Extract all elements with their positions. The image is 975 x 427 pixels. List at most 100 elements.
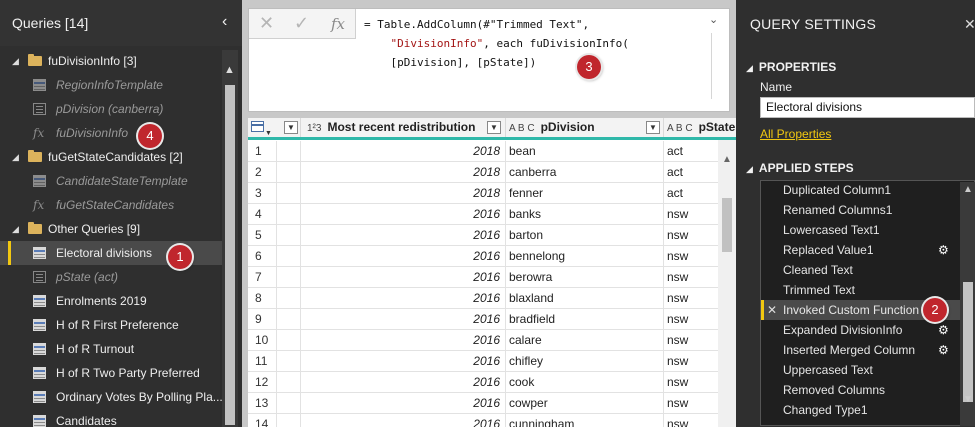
cell-pdivision[interactable]: berowra <box>506 267 664 288</box>
cell-pstate[interactable]: nsw <box>664 204 718 225</box>
table-row[interactable]: 6 2016 bennelong nsw <box>248 246 718 267</box>
table-row[interactable]: 7 2016 berowra nsw <box>248 267 718 288</box>
chevron-down-icon[interactable]: ▼ <box>487 121 501 134</box>
cell-pstate[interactable]: nsw <box>664 330 718 351</box>
collapse-triangle-icon[interactable]: ◢ <box>12 217 19 241</box>
table-row[interactable]: 3 2018 fenner act <box>248 183 718 204</box>
table-row[interactable]: 13 2016 cowper nsw <box>248 393 718 414</box>
cell-pstate[interactable]: nsw <box>664 267 718 288</box>
query-item[interactable]: pState (act) <box>0 265 222 289</box>
cell-redistribution[interactable]: 2016 <box>301 372 506 393</box>
row-number[interactable]: 11 <box>248 351 277 372</box>
row-number[interactable]: 6 <box>248 246 277 267</box>
cell-pdivision[interactable]: bennelong <box>506 246 664 267</box>
collapse-triangle-icon[interactable]: ◢ <box>746 164 753 174</box>
text-type-icon[interactable]: A B C <box>509 123 535 134</box>
row-number[interactable]: 12 <box>248 372 277 393</box>
row-number[interactable]: 7 <box>248 267 277 288</box>
cell-redistribution[interactable]: 2018 <box>301 162 506 183</box>
table-icon[interactable]: ▼ <box>251 121 272 137</box>
table-row[interactable]: 10 2016 calare nsw <box>248 330 718 351</box>
grid-scrollbar[interactable]: ▲ <box>718 140 736 427</box>
cell-pdivision[interactable]: cunningham <box>506 414 664 427</box>
close-icon[interactable]: ✕ <box>964 16 975 33</box>
query-item[interactable]: Enrolments 2019 <box>0 289 222 313</box>
table-row[interactable]: 8 2016 blaxland nsw <box>248 288 718 309</box>
scroll-up-icon[interactable]: ▲ <box>722 154 732 165</box>
query-item[interactable]: H of R Two Party Preferred <box>0 361 222 385</box>
table-row[interactable]: 9 2016 bradfield nsw <box>248 309 718 330</box>
formula-scrollbar[interactable] <box>711 33 712 99</box>
query-item[interactable]: fx fuDivisionInfo <box>0 121 222 145</box>
text-type-icon[interactable]: A B C <box>667 123 693 134</box>
applied-step[interactable]: Changed Type1 <box>761 400 961 420</box>
cell-pdivision[interactable]: chifley <box>506 351 664 372</box>
delete-step-icon[interactable]: ✕ <box>767 300 777 320</box>
close-icon[interactable]: ✕ <box>259 13 274 34</box>
cell-redistribution[interactable]: 2016 <box>301 309 506 330</box>
cell-redistribution[interactable]: 2016 <box>301 351 506 372</box>
cell-pstate[interactable]: nsw <box>664 414 718 427</box>
cell-redistribution[interactable]: 2016 <box>301 288 506 309</box>
cell-pdivision[interactable]: blaxland <box>506 288 664 309</box>
query-item[interactable]: pDivision (canberra) <box>0 97 222 121</box>
cell-pdivision[interactable]: banks <box>506 204 664 225</box>
applied-step[interactable]: Duplicated Column1 <box>761 181 961 200</box>
query-group[interactable]: ◢ fuGetStateCandidates [2] <box>0 145 222 169</box>
cell-pstate[interactable]: nsw <box>664 372 718 393</box>
cell-pdivision[interactable]: bean <box>506 141 664 162</box>
cell-pdivision[interactable]: cook <box>506 372 664 393</box>
row-number[interactable]: 2 <box>248 162 277 183</box>
query-item[interactable]: Ordinary Votes By Polling Pla... <box>0 385 222 409</box>
all-properties-link[interactable]: All Properties <box>760 127 831 141</box>
cell-pstate[interactable]: nsw <box>664 393 718 414</box>
scroll-up-icon[interactable]: ▲ <box>224 64 235 76</box>
row-number[interactable]: 8 <box>248 288 277 309</box>
collapse-triangle-icon[interactable]: ◢ <box>746 63 753 73</box>
cell-pstate[interactable]: nsw <box>664 351 718 372</box>
chevron-down-icon[interactable]: ▼ <box>284 121 298 134</box>
query-item[interactable]: fx fuGetStateCandidates <box>0 193 222 217</box>
query-group[interactable]: ◢ fuDivisionInfo [3] <box>0 50 222 73</box>
formula-text[interactable]: = Table.AddColumn(#"Trimmed Text", "Divi… <box>364 15 704 72</box>
gear-icon[interactable]: ⚙ <box>938 240 949 260</box>
cell-pdivision[interactable]: calare <box>506 330 664 351</box>
cell-redistribution[interactable]: 2016 <box>301 204 506 225</box>
fx-icon[interactable]: fx <box>331 15 345 33</box>
cell-pdivision[interactable]: canberra <box>506 162 664 183</box>
row-number[interactable]: 3 <box>248 183 277 204</box>
applied-steps-section-header[interactable]: ◢ APPLIED STEPS <box>746 161 854 175</box>
cell-redistribution[interactable]: 2016 <box>301 267 506 288</box>
cell-redistribution[interactable]: 2016 <box>301 414 506 427</box>
properties-section-header[interactable]: ◢ PROPERTIES <box>746 60 836 74</box>
query-item[interactable]: RegionInfoTemplate <box>0 73 222 97</box>
chevron-down-icon[interactable]: ▼ <box>646 121 660 134</box>
cell-pdivision[interactable]: fenner <box>506 183 664 204</box>
applied-step[interactable]: Replaced Value1 ⚙ <box>761 240 961 260</box>
table-row[interactable]: 12 2016 cook nsw <box>248 372 718 393</box>
scrollbar-thumb[interactable] <box>722 198 732 252</box>
chevron-down-icon[interactable]: ⌄ <box>709 13 718 26</box>
table-row[interactable]: 14 2016 cunningham nsw <box>248 414 718 427</box>
cell-pstate[interactable]: act <box>664 162 718 183</box>
row-number[interactable]: 14 <box>248 414 277 427</box>
collapse-triangle-icon[interactable]: ◢ <box>12 145 19 169</box>
row-number[interactable]: 13 <box>248 393 277 414</box>
cell-pstate[interactable]: nsw <box>664 309 718 330</box>
column-header-redistribution[interactable]: 1²3 Most recent redistribution ▼ <box>301 118 506 137</box>
query-item[interactable]: CandidateStateTemplate <box>0 169 222 193</box>
cell-pdivision[interactable]: bradfield <box>506 309 664 330</box>
cell-pstate[interactable]: act <box>664 141 718 162</box>
scroll-down-icon[interactable]: ▼ <box>963 394 973 405</box>
applied-step[interactable]: Trimmed Text <box>761 280 961 300</box>
applied-step[interactable]: Cleaned Text <box>761 260 961 280</box>
cell-redistribution[interactable]: 2018 <box>301 141 506 162</box>
table-row[interactable]: 1 2018 bean act <box>248 141 718 162</box>
row-number[interactable]: 10 <box>248 330 277 351</box>
row-number[interactable]: 5 <box>248 225 277 246</box>
cell-pstate[interactable]: nsw <box>664 246 718 267</box>
table-menu-header[interactable]: ▼ ▼ <box>248 118 301 137</box>
cell-pdivision[interactable]: cowper <box>506 393 664 414</box>
cell-pstate[interactable]: nsw <box>664 288 718 309</box>
collapse-triangle-icon[interactable]: ◢ <box>12 50 19 73</box>
